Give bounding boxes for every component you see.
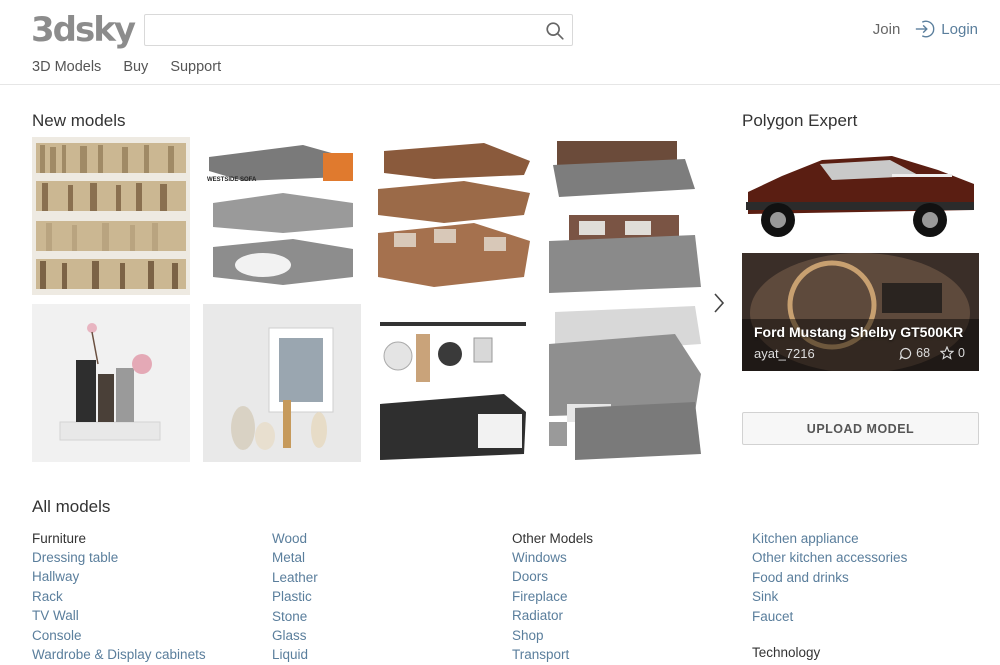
category-link[interactable]: Shop <box>512 628 593 644</box>
category-link[interactable]: Faucet <box>752 609 907 625</box>
car-image <box>746 156 974 237</box>
model-thumb-decor-frame[interactable] <box>203 304 361 462</box>
category-head-technology[interactable]: Technology <box>752 645 820 660</box>
category-column-kitchen: Kitchen appliance Other kitchen accessor… <box>752 531 907 628</box>
category-link[interactable]: Liquid <box>272 647 318 663</box>
bed-image <box>545 137 703 295</box>
category-link[interactable]: TV Wall <box>32 608 206 624</box>
category-link[interactable]: Windows <box>512 550 593 566</box>
nav-3d-models[interactable]: 3D Models <box>32 58 101 76</box>
category-link[interactable]: Wood <box>272 531 318 547</box>
category-link[interactable]: Rack <box>32 589 206 605</box>
category-link[interactable]: Dressing table <box>32 550 206 566</box>
new-models-title: New models <box>32 111 126 130</box>
category-column-materials: Wood Metal Leather Plastic Stone Glass L… <box>272 531 318 665</box>
grey-bed-image <box>545 304 703 462</box>
next-arrow-icon[interactable] <box>710 290 728 316</box>
expert-model-name: Ford Mustang Shelby GT500KR <box>754 324 964 340</box>
decor-frame-image <box>203 304 361 462</box>
comment-count: 68 <box>916 346 931 360</box>
model-thumb-sofa-grey[interactable]: WESTSIDE SOFA <box>203 137 361 295</box>
model-thumb-decor-vase[interactable] <box>32 304 190 462</box>
site-header: 3dsky 3D Models Buy Support Join Login <box>0 0 1000 85</box>
star-icon <box>940 346 955 360</box>
category-link[interactable]: Doors <box>512 569 593 585</box>
model-thumb-bed[interactable] <box>545 137 703 295</box>
kitchen-rail-image <box>374 304 532 462</box>
sofa-label: WESTSIDE SOFA <box>207 177 257 183</box>
category-link[interactable]: Kitchen appliance <box>752 531 907 547</box>
category-link[interactable]: Sink <box>752 589 907 605</box>
category-column-furniture: Furniture Dressing table Hallway Rack TV… <box>32 531 206 665</box>
expert-car-image[interactable] <box>742 140 979 248</box>
model-thumb-sofa-brown[interactable] <box>374 137 532 295</box>
category-link[interactable]: Food and drinks <box>752 570 907 586</box>
login-icon[interactable] <box>914 18 936 40</box>
category-link[interactable]: Glass <box>272 628 318 644</box>
category-link[interactable]: Fireplace <box>512 589 593 605</box>
model-thumb-bookshelf[interactable] <box>32 137 190 295</box>
expert-author[interactable]: ayat_7216 <box>754 346 815 361</box>
category-link[interactable]: Radiator <box>512 608 593 624</box>
model-thumb-bed-grey[interactable] <box>545 304 703 462</box>
category-link[interactable]: Console <box>32 628 206 644</box>
category-link[interactable]: Plastic <box>272 589 318 605</box>
main-nav: 3D Models Buy Support <box>32 58 243 76</box>
polygon-expert-title: Polygon Expert <box>742 111 858 130</box>
auth-area: Join Login <box>873 18 978 40</box>
nav-support[interactable]: Support <box>170 58 221 76</box>
sofa-image <box>203 137 361 295</box>
search-input[interactable] <box>153 19 533 41</box>
all-models-title: All models <box>32 497 111 516</box>
category-link[interactable]: Hallway <box>32 569 206 585</box>
login-link[interactable]: Login <box>941 21 978 38</box>
bookshelf-image <box>32 137 190 295</box>
rating-count: 0 <box>958 346 965 360</box>
search-box <box>144 14 573 46</box>
site-logo[interactable]: 3dsky <box>31 10 136 50</box>
decor-vase-image <box>32 304 190 462</box>
search-icon[interactable] <box>544 20 566 42</box>
category-link[interactable]: Wardrobe & Display cabinets <box>32 647 206 663</box>
category-column-other: Other Models Windows Doors Fireplace Rad… <box>512 531 593 665</box>
category-head-other-models[interactable]: Other Models <box>512 531 593 547</box>
model-thumb-kitchen-rail[interactable] <box>374 304 532 462</box>
expert-stats: 68 0 <box>899 346 965 360</box>
category-link[interactable]: Other kitchen accessories <box>752 550 907 566</box>
category-link[interactable]: Metal <box>272 550 318 566</box>
expert-model-card[interactable]: Ford Mustang Shelby GT500KR ayat_7216 68… <box>742 253 979 371</box>
join-link[interactable]: Join <box>873 21 901 38</box>
category-link[interactable]: Stone <box>272 609 318 625</box>
brown-sofa-image <box>374 137 532 295</box>
nav-buy[interactable]: Buy <box>123 58 148 76</box>
category-link[interactable]: Leather <box>272 570 318 586</box>
comment-icon <box>899 347 912 360</box>
category-head-furniture[interactable]: Furniture <box>32 531 206 547</box>
category-link[interactable]: Transport <box>512 647 593 663</box>
upload-model-button[interactable]: UPLOAD MODEL <box>742 412 979 445</box>
